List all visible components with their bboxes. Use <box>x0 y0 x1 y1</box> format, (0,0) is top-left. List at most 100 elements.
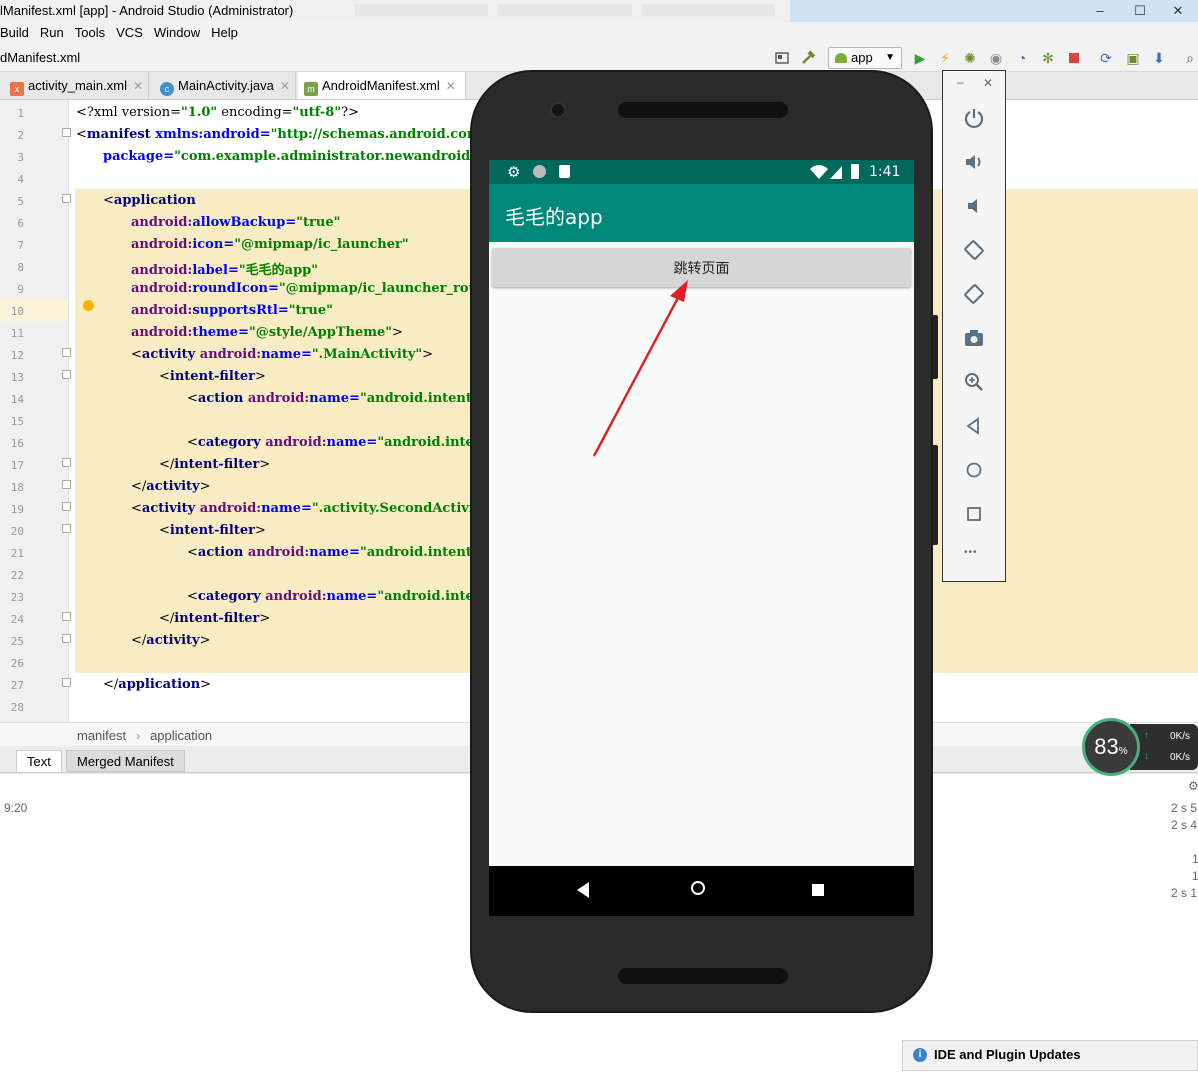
duration-5: 2 s 1 <box>1171 886 1198 900</box>
sdk-manager-icon[interactable]: ⬇ <box>1151 50 1167 66</box>
code-line-25: </activity> <box>131 633 211 648</box>
lightbulb-icon[interactable] <box>83 300 94 311</box>
fold-icon[interactable] <box>62 502 71 511</box>
stop-icon[interactable] <box>1066 50 1082 66</box>
line-number: 9 <box>17 283 24 296</box>
breadcrumb-separator-icon: › <box>136 728 141 743</box>
menu-help[interactable]: Help <box>211 22 238 44</box>
duration-2: 2 s 4 <box>1171 818 1198 832</box>
breadcrumb-application[interactable]: application <box>150 728 212 743</box>
profile-icon[interactable]: ◔ <box>1014 50 1030 66</box>
annotation-arrow-line <box>592 293 682 457</box>
status-time: 1:41 <box>869 164 901 180</box>
settings-gear-icon[interactable]: ⚙ <box>1188 779 1198 793</box>
fold-icon[interactable] <box>62 524 71 533</box>
code-line-17: </intent-filter> <box>159 457 271 472</box>
info-icon: i <box>913 1048 927 1062</box>
close-icon[interactable]: ✕ <box>280 79 290 93</box>
fold-icon[interactable] <box>62 678 71 687</box>
jump-page-button[interactable]: 跳转页面 <box>492 248 911 287</box>
debug-app-icon[interactable]: ✻ <box>1040 50 1056 66</box>
back-icon[interactable] <box>575 881 591 902</box>
close-icon[interactable]: ✕ <box>133 79 143 93</box>
power-icon[interactable] <box>963 107 985 129</box>
annotation-arrow <box>592 280 688 457</box>
code-line-20: <intent-filter> <box>159 523 266 538</box>
volume-down-icon[interactable] <box>963 195 985 217</box>
upload-arrow-icon: ↑ <box>1144 730 1149 741</box>
more-icon[interactable]: ••• <box>964 547 978 558</box>
breadcrumb-manifest[interactable]: manifest <box>77 728 126 743</box>
overview-icon[interactable] <box>963 503 985 525</box>
cpu-percent: 83 <box>1094 734 1119 759</box>
fold-icon[interactable] <box>62 348 71 357</box>
rotate-right-icon[interactable] <box>963 283 985 305</box>
duration-4: 1 <box>1192 869 1198 883</box>
fold-icon[interactable] <box>62 194 71 203</box>
camera-icon[interactable] <box>963 327 985 349</box>
window-title: lManifest.xml [app] - Android Studio (Ad… <box>0 3 294 18</box>
emulator-minimize-button[interactable]: – <box>957 75 964 89</box>
run-icon[interactable]: ▶ <box>912 50 928 66</box>
tab-android-manifest[interactable]: m AndroidManifest.xml ✕ <box>298 72 466 99</box>
tab-activity-main[interactable]: x activity_main.xml ✕ <box>4 72 149 99</box>
line-number: 16 <box>10 437 24 450</box>
search-icon[interactable]: ⌕ <box>1182 50 1198 66</box>
attach-debugger-icon[interactable]: ◉ <box>988 50 1004 66</box>
menu-run[interactable]: Run <box>40 22 64 44</box>
fold-icon[interactable] <box>62 128 71 137</box>
overview-icon[interactable] <box>812 884 824 896</box>
fold-icon[interactable] <box>62 458 71 467</box>
code-line-9: android:roundIcon="@mipmap/ic_launcher_r… <box>131 281 504 296</box>
menu-build[interactable]: Build <box>0 22 29 44</box>
app-title: 毛毛的app <box>505 205 603 229</box>
tab-main-activity[interactable]: c MainActivity.java ✕ <box>154 72 296 99</box>
avd-manager-icon[interactable]: ▣ <box>1125 50 1141 66</box>
line-number: 17 <box>10 459 24 472</box>
apply-changes-icon[interactable]: ⚡ <box>937 50 953 66</box>
front-camera <box>550 102 566 118</box>
minimize-button[interactable]: – <box>1080 0 1120 22</box>
close-window-button[interactable]: ✕ <box>1158 0 1198 22</box>
layout-icon[interactable] <box>774 50 790 66</box>
fold-icon[interactable] <box>62 612 71 621</box>
zoom-icon[interactable] <box>963 371 985 393</box>
home-icon[interactable] <box>963 459 985 481</box>
updates-notification[interactable]: i IDE and Plugin Updates <box>902 1040 1198 1071</box>
fold-icon[interactable] <box>62 480 71 489</box>
manifest-file-icon: m <box>304 82 318 96</box>
tab-merged-manifest[interactable]: Merged Manifest <box>66 750 185 772</box>
line-number: 18 <box>10 481 24 494</box>
volume-up-icon[interactable] <box>963 151 985 173</box>
emulator-screen[interactable]: ⚙ 1:41 毛毛的app 跳转页面 <box>489 160 914 916</box>
build-hammer-icon[interactable] <box>800 50 816 66</box>
fold-icon[interactable] <box>62 634 71 643</box>
nav-crumb-file[interactable]: dManifest.xml <box>0 50 80 65</box>
back-icon[interactable] <box>963 415 985 437</box>
background-window-tabs <box>355 4 775 18</box>
rotate-left-icon[interactable] <box>963 239 985 261</box>
code-line-27: </application> <box>103 677 212 692</box>
menu-window[interactable]: Window <box>154 22 200 44</box>
line-number: 2 <box>17 129 24 142</box>
fold-icon[interactable] <box>62 370 71 379</box>
power-side-button <box>932 315 938 379</box>
line-number: 14 <box>10 393 24 406</box>
sync-gradle-icon[interactable]: ⟳ <box>1098 50 1114 66</box>
restore-button[interactable]: ☐ <box>1120 0 1160 22</box>
tab-text[interactable]: Text <box>16 750 62 772</box>
signal-icon <box>829 164 843 183</box>
home-icon[interactable] <box>691 881 705 895</box>
debug-icon[interactable]: ✺ <box>962 50 978 66</box>
sync-dot-icon <box>533 165 546 178</box>
close-icon[interactable]: ✕ <box>446 79 456 93</box>
menu-vcs[interactable]: VCS <box>116 22 143 44</box>
run-config-dropdown[interactable]: app ▼ <box>828 47 902 69</box>
xml-file-icon: x <box>10 82 24 96</box>
code-line-8: android:label="毛毛的app" <box>131 263 319 278</box>
line-number: 12 <box>10 349 24 362</box>
emulator-close-button[interactable]: ✕ <box>983 76 993 90</box>
line-number: 8 <box>17 261 24 274</box>
menu-tools[interactable]: Tools <box>75 22 105 44</box>
line-number: 1 <box>17 107 24 120</box>
